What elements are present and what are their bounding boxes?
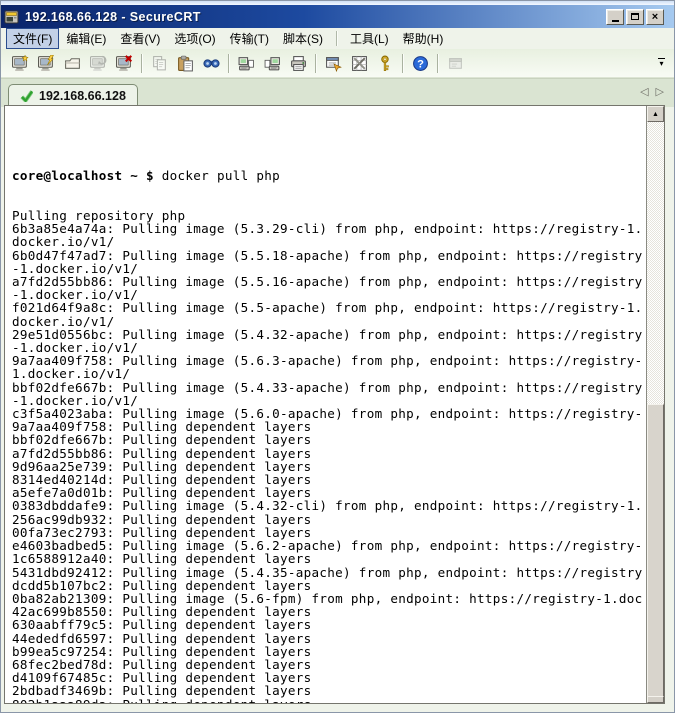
print-icon[interactable] [285,52,311,75]
terminal-line: a7fd2d55bb86: Pulling dependent layers [12,447,646,460]
maximize-button[interactable] [626,9,644,25]
terminal-line: 256ac99db932: Pulling dependent layers [12,513,646,526]
menu-options[interactable]: 选项(O) [167,28,222,49]
menu-tools[interactable]: 工具(L) [343,28,396,49]
toolbar-separator [228,54,229,73]
terminal-line: 44ededfd6597: Pulling dependent layers [12,632,646,645]
menu-help[interactable]: 帮助(H) [396,28,451,49]
terminal-line: docker.io/v1/ [12,235,646,248]
terminal-screen[interactable]: core@localhost ~ $ docker pull php Pulli… [5,106,646,703]
terminal-send-icon[interactable] [233,52,259,75]
connect-in-tab-icon[interactable] [59,52,85,75]
terminal-zone: core@localhost ~ $ docker pull php Pulli… [4,105,665,704]
securecrt-window: 192.168.66.128 - SecureCRT × 文件(F) 编辑(E)… [0,0,675,713]
minimize-icon [612,20,619,22]
terminal-line: 2bdbadf3469b: Pulling dependent layers [12,684,646,697]
tab-scroll-buttons: ◁ ▷ [640,87,664,98]
find-icon[interactable] [198,52,224,75]
quick-connect-icon[interactable] [7,52,33,75]
menu-script[interactable]: 脚本(S) [276,28,330,49]
scrollbar-thumb[interactable] [647,404,664,700]
terminal-line: 802b1aaa89da: Pulling dependent layers [12,698,646,703]
toolbar-separator [315,54,316,73]
toolbar-separator [437,54,438,73]
menubar-separator [336,31,337,46]
shell-prompt: core@localhost ~ $ [12,168,162,183]
scroll-up-button[interactable]: ▲ [647,106,664,122]
menu-file[interactable]: 文件(F) [6,28,59,49]
session-tab[interactable]: 192.168.66.128 [8,84,138,107]
toolbar-overflow-button[interactable]: ▾ [656,56,667,68]
terminal-line: 1.docker.io/v1/ [12,367,646,380]
terminal-receive-icon[interactable] [259,52,285,75]
tabbar: 192.168.66.128 ◁ ▷ [1,78,674,107]
scroll-down-button[interactable] [647,696,664,703]
close-icon: × [652,12,658,22]
window-controls: × [606,9,664,25]
paste-icon[interactable] [172,52,198,75]
tab-scroll-right-icon[interactable]: ▷ [656,87,664,98]
terminal-line: b99ea5c97254: Pulling dependent layers [12,645,646,658]
global-options-icon[interactable] [346,52,372,75]
maximize-icon [631,13,639,20]
session-tab-label: 192.168.66.128 [39,89,126,103]
terminal-line: f021d64f9a8c: Pulling image (5.5-apache)… [12,301,646,314]
svg-text:?: ? [417,58,424,70]
vertical-scrollbar[interactable]: ▲ [646,106,664,703]
menu-edit[interactable]: 编辑(E) [59,28,113,49]
terminal-line: dcdd5b107bc2: Pulling dependent layers [12,579,646,592]
reconnect-icon [85,52,111,75]
toolbar: ? ▾ [1,49,674,78]
terminal-line: bbf02dfe667b: Pulling dependent layers [12,433,646,446]
menu-transfer[interactable]: 传输(T) [223,28,276,49]
titlebar: 192.168.66.128 - SecureCRT × [1,5,674,28]
securecrt-app-icon [4,9,20,25]
terminal-line: 5431dbd92412: Pulling image (5.4.35-apac… [12,566,646,579]
chevron-down-icon: ▾ [659,60,663,67]
terminal-output: Pulling repository php6b3a85e4a74a: Pull… [12,209,646,703]
connected-check-icon [20,90,33,102]
terminal-line: bbf02dfe667b: Pulling image (5.4.33-apac… [12,381,646,394]
session-options-icon[interactable] [320,52,346,75]
terminal-line: 1c6588912a40: Pulling dependent layers [12,552,646,565]
minimize-button[interactable] [606,9,624,25]
copy-icon [146,52,172,75]
help-icon[interactable]: ? [407,52,433,75]
shell-command: docker pull php [162,168,280,183]
terminal-line: docker.io/v1/ [12,315,646,328]
disconnect-icon[interactable] [111,52,137,75]
terminal-line: 6b0d47f47ad7: Pulling image (5.5.18-apac… [12,249,646,262]
key-icon[interactable] [372,52,398,75]
terminal-line: 0383dbddafe9: Pulling image (5.4.32-cli)… [12,499,646,512]
close-button[interactable]: × [646,9,664,25]
toolbar-separator [402,54,403,73]
arrow-up-icon: ▲ [652,111,659,118]
window-title: 192.168.66.128 - SecureCRT [25,10,201,24]
session-manager-icon [442,52,468,75]
menubar: 文件(F) 编辑(E) 查看(V) 选项(O) 传输(T) 脚本(S) 工具(L… [1,28,674,49]
terminal-line: 630aabff79c5: Pulling dependent layers [12,618,646,631]
menu-view[interactable]: 查看(V) [113,28,167,49]
connect-icon[interactable] [33,52,59,75]
toolbar-separator [141,54,142,73]
terminal-prompt-line: core@localhost ~ $ docker pull php [12,169,646,182]
tab-scroll-left-icon[interactable]: ◁ [640,87,648,98]
